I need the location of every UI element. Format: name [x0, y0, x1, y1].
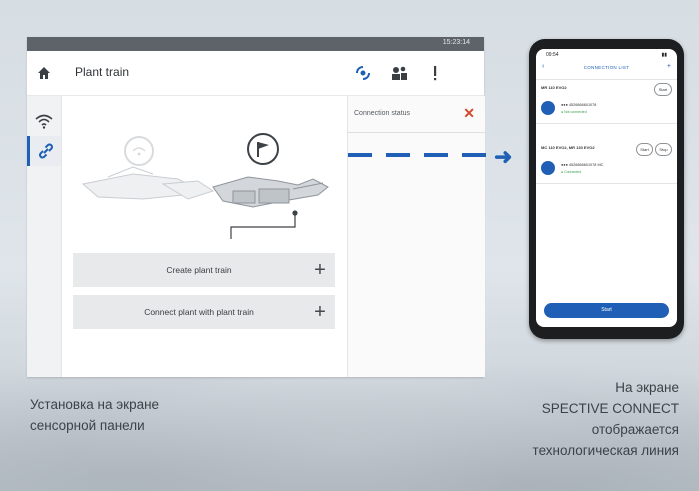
list-item[interactable]: ●●● 4526866601078 ● Not connected [541, 99, 672, 119]
list-item-name: ●●● 4526866601078 MC [561, 163, 604, 167]
link-icon [38, 143, 53, 159]
wifi-icon [35, 114, 53, 129]
caption-left-line: сенсорной панели [30, 418, 145, 433]
connector-line [230, 210, 298, 239]
wifi-circle-icon [124, 136, 154, 166]
users-icon [392, 66, 407, 80]
tablet-screen: 15:23:14 Plant train Create plant train … [27, 37, 485, 377]
battery-icon: ▮▮ [661, 52, 667, 58]
link-button[interactable] [27, 136, 61, 166]
connection-status-row: Connection status ✕ [348, 96, 485, 133]
divider [536, 183, 677, 184]
phone-nav-bar: ‹ CONNECTION LIST + [536, 63, 677, 75]
start-pill-button[interactable]: Start [636, 143, 653, 156]
phone-time: 09:54 [546, 52, 559, 58]
divider [536, 123, 677, 124]
machine-avatar [541, 101, 555, 115]
caption-left-line: Установка на экране [30, 397, 160, 412]
caption-right-line: отображается [591, 422, 679, 437]
list-item[interactable]: ●●● 4526866601078 MC ● Connected [541, 159, 672, 179]
users-button[interactable] [385, 59, 413, 87]
stop-pill-button[interactable]: Stop [655, 143, 672, 156]
create-plant-train-label: Create plant train [166, 265, 232, 275]
home-button[interactable] [27, 51, 61, 95]
crusher-machine-right [212, 176, 329, 208]
caption-right: На экране SPECTIVE CONNECT отображается … [379, 377, 679, 461]
wifi-button[interactable] [27, 106, 61, 136]
caption-right-line: На экране [615, 380, 679, 395]
phone-screen: 09:54 ▮▮ ‹ CONNECTION LIST + MR 110 EVO2… [536, 49, 677, 327]
connection-status-label: Connection status [354, 110, 411, 117]
plant-train-illustration [81, 133, 329, 239]
list-item-status: ● Connected [561, 170, 582, 174]
list-item-name: ●●● 4526866601078 [561, 103, 597, 107]
phone-device: 09:54 ▮▮ ‹ CONNECTION LIST + MR 110 EVO2… [529, 39, 684, 339]
phone-status-bar: 09:54 ▮▮ [536, 49, 677, 61]
caption-left: Установка на экране сенсорной панели [30, 394, 290, 436]
close-icon[interactable]: ✕ [463, 105, 475, 122]
connection-panel: Connection status ✕ [347, 96, 485, 377]
connection-icon [356, 66, 370, 80]
page-title: Plant train [75, 65, 130, 79]
divider [536, 79, 677, 80]
title-bar: Plant train [27, 51, 484, 96]
phone-start-button[interactable]: Start [544, 303, 669, 318]
connection-button[interactable] [349, 59, 377, 87]
machine-avatar [541, 161, 555, 175]
start-pill-button[interactable]: Start [654, 83, 672, 96]
plus-icon: + [314, 300, 326, 323]
list-item-status: ● Not connected [561, 110, 587, 114]
crusher-machine-left [81, 166, 215, 200]
status-bar: 15:23:14 [27, 37, 484, 51]
flag-circle-icon [247, 133, 279, 165]
alert-button[interactable] [421, 59, 449, 87]
section-title: MC 110 EVO2, MR 130 EVO2 [541, 145, 595, 150]
left-rail [27, 96, 62, 377]
caption-right-line: SPECTIVE CONNECT [541, 401, 679, 416]
alert-icon [434, 66, 437, 81]
section-title: MR 110 EVO2 [541, 85, 567, 90]
plus-icon: + [314, 258, 326, 281]
status-time: 15:23:14 [442, 39, 470, 46]
dashed-arrow-line [348, 153, 486, 157]
arrow-right-icon: ➜ [494, 144, 513, 169]
add-icon[interactable]: + [667, 63, 671, 70]
home-icon [38, 67, 50, 79]
create-plant-train-button[interactable]: Create plant train + [73, 253, 335, 287]
connect-plant-label: Connect plant with plant train [144, 307, 254, 317]
phone-title: CONNECTION LIST [583, 65, 630, 70]
connect-plant-button[interactable]: Connect plant with plant train + [73, 295, 335, 329]
caption-right-line: технологическая линия [532, 443, 679, 458]
